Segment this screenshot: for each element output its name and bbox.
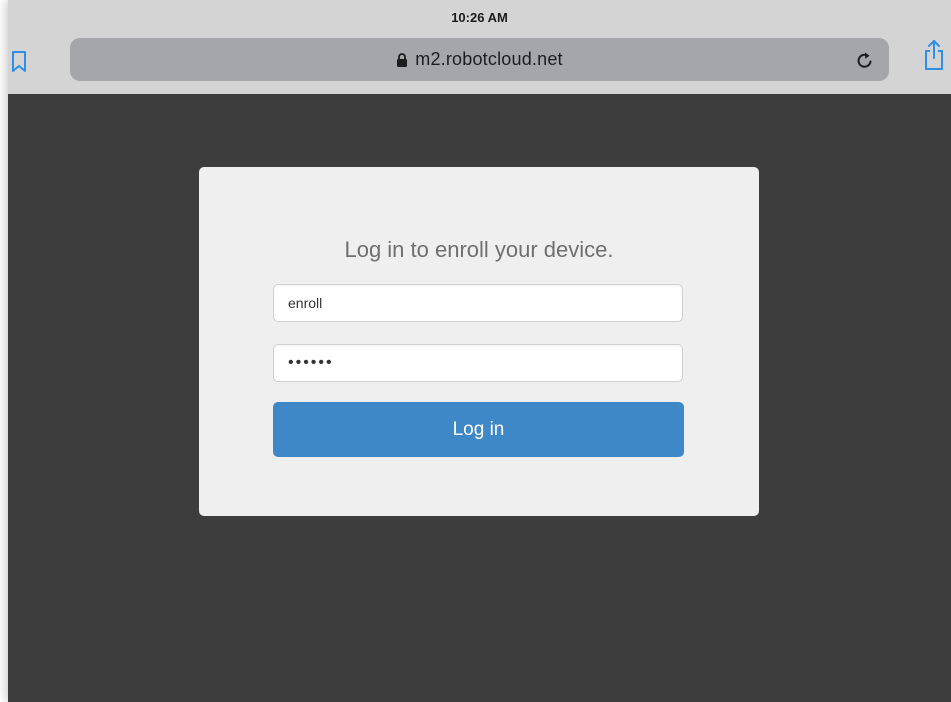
url-text: m2.robotcloud.net [415, 49, 563, 69]
bookmarks-icon[interactable] [10, 50, 28, 74]
status-bar-time: 10:26 AM [451, 10, 508, 25]
address-bar[interactable]: m2.robotcloud.net [70, 38, 889, 81]
login-button[interactable]: Log in [273, 402, 684, 457]
reload-icon[interactable] [855, 49, 875, 71]
login-heading: Log in to enroll your device. [344, 237, 614, 262]
login-card: Log in to enroll your device. Log in [199, 167, 759, 516]
password-input[interactable] [273, 344, 683, 382]
browser-toolbar: 10:26 AM m2.robotcloud.net [8, 0, 951, 94]
username-input[interactable] [273, 284, 683, 322]
browser-window: 10:26 AM m2.robotcloud.net Log in to enr… [8, 0, 951, 702]
share-icon[interactable] [923, 38, 945, 72]
lock-icon [397, 52, 408, 67]
address-bar-content: m2.robotcloud.net [70, 38, 889, 81]
